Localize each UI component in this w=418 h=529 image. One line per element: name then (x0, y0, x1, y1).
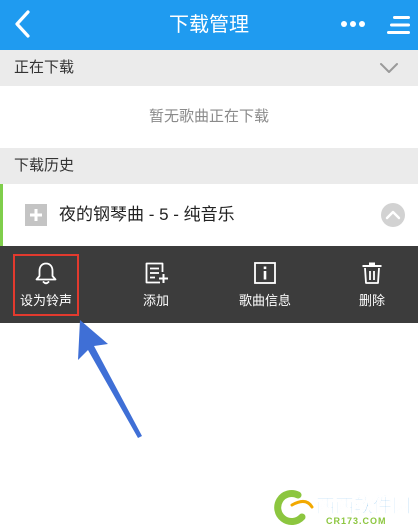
delete-button[interactable]: 删除 (342, 246, 402, 323)
more-dots-icon[interactable] (338, 12, 368, 36)
plus-square-icon[interactable] (25, 204, 47, 226)
trash-icon (362, 262, 382, 284)
delete-label: 删除 (358, 293, 385, 308)
section-downloading-label: 正在下载 (14, 59, 75, 76)
menu-lines-icon[interactable] (386, 12, 412, 38)
watermark-brand: 西西软件园 (316, 494, 411, 517)
info-icon (254, 262, 276, 284)
watermark-logo: 西西软件园 CR173.COM (272, 487, 418, 529)
add-label: 添加 (142, 293, 169, 308)
song-info-label: 歌曲信息 (238, 293, 291, 308)
section-download-history: 下载历史 (0, 148, 418, 184)
song-info-button[interactable]: 歌曲信息 (224, 246, 306, 323)
list-item[interactable]: 夜的钢琴曲 - 5 - 纯音乐 (0, 184, 418, 246)
downloading-empty-state: 暂无歌曲正在下载 (0, 86, 418, 148)
empty-message: 暂无歌曲正在下载 (148, 108, 269, 125)
section-history-label: 下载历史 (14, 157, 75, 174)
top-bar: 下载管理 (0, 0, 418, 50)
song-title: 夜的钢琴曲 - 5 - 纯音乐 (59, 205, 235, 224)
chevron-down-icon[interactable] (378, 58, 400, 78)
watermark-graphic: 西西软件园 CR173.COM (274, 490, 411, 526)
section-downloading[interactable]: 正在下载 (0, 50, 418, 86)
add-list-icon (145, 262, 168, 284)
row-accent-bar (0, 184, 3, 246)
highlight-box (13, 254, 79, 316)
pointer-arrow-icon (78, 320, 142, 438)
add-to-list-button[interactable]: 添加 (122, 246, 190, 323)
chevron-up-circle-icon[interactable] (380, 202, 406, 228)
watermark-domain: CR173.COM (326, 516, 387, 526)
